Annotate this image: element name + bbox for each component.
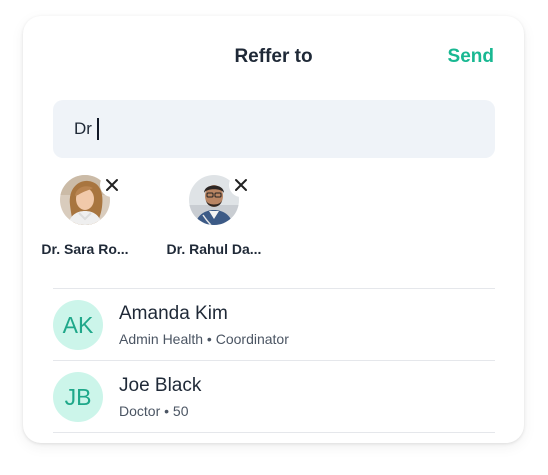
selected-recipient-chip: Dr. Sara Ro...: [25, 173, 145, 257]
list-item[interactable]: JB Joe Black Doctor • 50: [53, 361, 495, 433]
avatar: JB: [53, 372, 103, 422]
send-button[interactable]: Send: [448, 46, 494, 68]
close-icon: [106, 179, 118, 191]
selected-recipient-chip: Dr. Rahul Da...: [154, 173, 274, 257]
recipient-name: Dr. Sara Ro...: [41, 241, 129, 257]
search-input[interactable]: Dr: [53, 100, 495, 158]
text-caret: [96, 118, 99, 140]
remove-recipient-button[interactable]: [100, 173, 124, 197]
divider: [53, 432, 495, 433]
avatar: [60, 173, 124, 225]
avatar: AK: [53, 300, 103, 350]
close-icon: [235, 179, 247, 191]
contact-name: Amanda Kim: [119, 303, 228, 324]
search-input-value[interactable]: Dr: [74, 119, 92, 139]
contact-name: Joe Black: [119, 375, 202, 396]
contact-subtitle: Doctor • 50: [119, 403, 189, 419]
avatar: [189, 173, 253, 225]
contact-subtitle: Admin Health • Coordinator: [119, 331, 289, 347]
list-item[interactable]: AK Amanda Kim Admin Health • Coordinator: [53, 289, 495, 361]
refer-dialog: Reffer to Send Dr Dr. Sara Ro... Dr. Rah…: [23, 16, 524, 443]
remove-recipient-button[interactable]: [229, 173, 253, 197]
recipient-name: Dr. Rahul Da...: [166, 241, 262, 257]
